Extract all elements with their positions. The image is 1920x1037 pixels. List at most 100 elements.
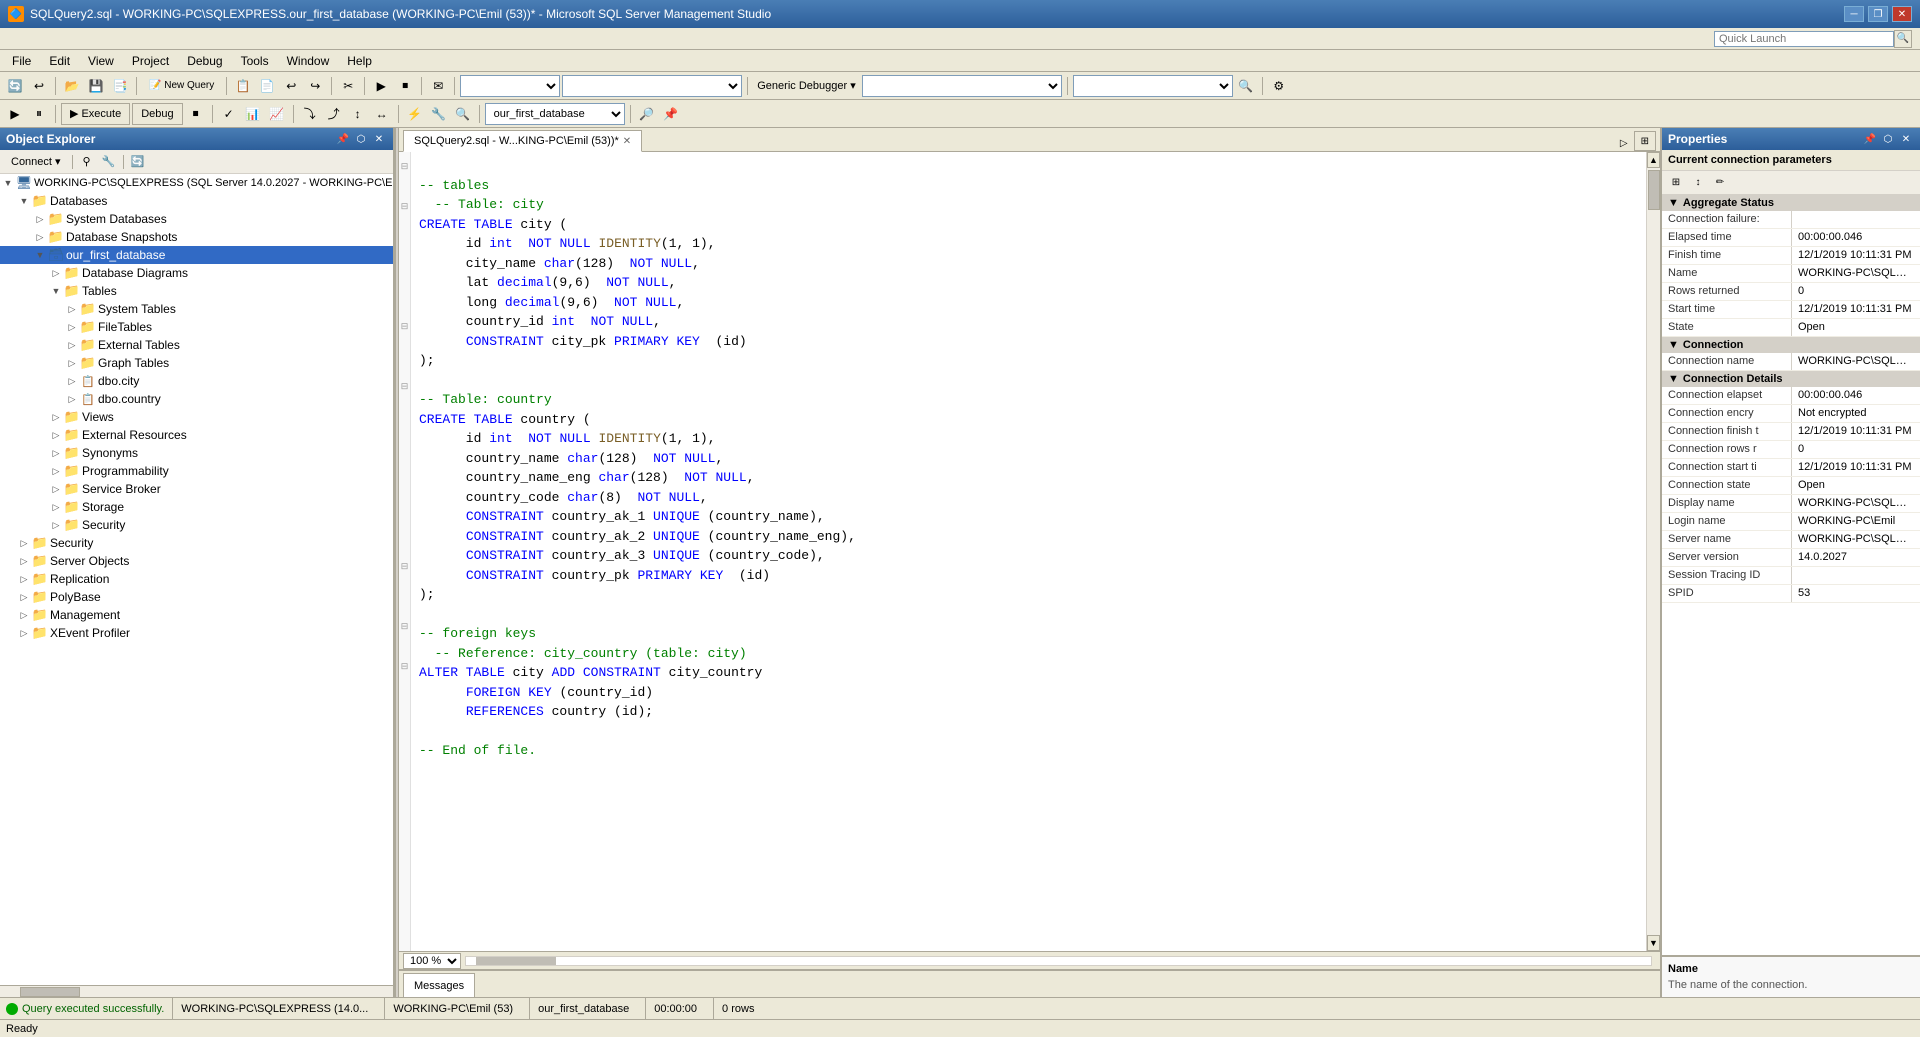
quick-launch-input[interactable] [1714,31,1894,47]
tree-item-graph-tables[interactable]: ▷ 📁 Graph Tables [0,354,393,372]
menu-debug[interactable]: Debug [179,52,230,70]
toggle-management[interactable]: ▷ [16,607,32,623]
tree-item-file-tables[interactable]: ▷ 📁 FileTables [0,318,393,336]
tree-item-views[interactable]: ▷ 📁 Views [0,408,393,426]
tree-item-management[interactable]: ▷ 📁 Management [0,606,393,624]
toolbar-cut-btn[interactable]: ✂ [337,75,359,97]
toggle-security-inner[interactable]: ▷ [48,517,64,533]
toolbar-copy-btn[interactable]: 📋 [232,75,254,97]
sql-step2-btn[interactable]: ⤴ [323,103,345,125]
oe-connect-btn[interactable]: Connect ▾ [4,153,68,171]
oe-pin-btn[interactable]: 📌 [335,132,351,146]
zoom-dropdown[interactable]: 100 % 75 % 150 % [403,953,461,969]
close-btn[interactable]: ✕ [1892,6,1912,22]
toggle-synonyms[interactable]: ▷ [48,445,64,461]
oe-hscrollbar[interactable] [0,985,393,997]
execute-button[interactable]: ▶ Execute [61,103,130,125]
toolbar-search-btn[interactable]: 🔍 [1235,75,1257,97]
toolbar-email-btn[interactable]: ✉ [427,75,449,97]
oe-close-btn[interactable]: ✕ [371,132,387,146]
editor-tab-active[interactable]: SQLQuery2.sql - W...KING-PC\Emil (53))* … [403,130,642,152]
toolbar-save-btn[interactable]: 💾 [85,75,107,97]
toolbar-new-btn[interactable]: 🔄 [4,75,26,97]
menu-window[interactable]: Window [279,52,338,70]
minimize-btn[interactable]: ─ [1844,6,1864,22]
props-section-aggregate[interactable]: ▼ Aggregate Status [1662,195,1920,211]
sql-exec-plan-btn[interactable]: 📈 [266,103,288,125]
toolbar-dropdown1[interactable] [460,75,560,97]
toolbar-back-btn[interactable]: ↩ [28,75,50,97]
tree-item-db-snapshots[interactable]: ▷ 📁 Database Snapshots [0,228,393,246]
tab-close-btn[interactable]: ✕ [623,136,631,147]
toolbar-undo-btn[interactable]: ↩ [280,75,302,97]
sql-toggle-btn[interactable]: ↕ [347,103,369,125]
sql-toggle2-btn[interactable]: ↔ [371,103,393,125]
tree-item-synonyms[interactable]: ▷ 📁 Synonyms [0,444,393,462]
toggle-server-objects[interactable]: ▷ [16,553,32,569]
vscroll-up[interactable]: ▲ [1647,152,1660,168]
toggle-graph-tables[interactable]: ▷ [64,355,80,371]
toggle-external-tables[interactable]: ▷ [64,337,80,353]
restore-btn[interactable]: ❐ [1868,6,1888,22]
props-float-btn[interactable]: ⬡ [1880,132,1896,146]
sql-more-btn2[interactable]: 📌 [660,103,682,125]
toggle-security-top[interactable]: ▷ [16,535,32,551]
tree-item-security-top[interactable]: ▷ 📁 Security [0,534,393,552]
tree-item-server[interactable]: ▼ 🖥 WORKING-PC\SQLEXPRESS (SQL Server 14… [0,174,393,192]
vscroll-down[interactable]: ▼ [1647,935,1660,951]
sql-stop-btn[interactable]: ⏹ [185,103,207,125]
sql-results-btn[interactable]: 📊 [242,103,264,125]
toggle-system-db[interactable]: ▷ [32,211,48,227]
toolbar-redo-btn[interactable]: ↪ [304,75,326,97]
tree-item-external-tables[interactable]: ▷ 📁 External Tables [0,336,393,354]
props-edit-btn[interactable]: ✏ [1710,174,1730,192]
menu-tools[interactable]: Tools [233,52,277,70]
toggle-xevent[interactable]: ▷ [16,625,32,641]
sql-dbg-btn3[interactable]: 🔍 [452,103,474,125]
database-dropdown[interactable]: our_first_database [485,103,625,125]
tree-item-replication[interactable]: ▷ 📁 Replication [0,570,393,588]
props-section-conn-details[interactable]: ▼ Connection Details [1662,371,1920,387]
toolbar-search-dropdown[interactable] [1073,75,1233,97]
toolbar-paste-btn[interactable]: 📄 [256,75,278,97]
tree-item-system-tables[interactable]: ▷ 📁 System Tables [0,300,393,318]
sql-toolbar-btn1[interactable]: ▶ [4,103,26,125]
tree-item-storage[interactable]: ▷ 📁 Storage [0,498,393,516]
tab-expand-btn[interactable]: ▷ [1614,136,1634,151]
menu-view[interactable]: View [80,52,122,70]
tree-item-service-broker[interactable]: ▷ 📁 Service Broker [0,480,393,498]
toggle-external-resources[interactable]: ▷ [48,427,64,443]
messages-tab[interactable]: Messages [403,973,475,997]
menu-project[interactable]: Project [124,52,177,70]
tree-item-dbo-city[interactable]: ▷ 📋 dbo.city [0,372,393,390]
tree-item-db-diagrams[interactable]: ▷ 📁 Database Diagrams [0,264,393,282]
toggle-views[interactable]: ▷ [48,409,64,425]
menu-edit[interactable]: Edit [41,52,78,70]
sql-dbg-btn2[interactable]: 🔧 [428,103,450,125]
editor-vscrollbar[interactable]: ▲ ▼ [1646,152,1660,951]
toolbar-save-all-btn[interactable]: 📑 [109,75,131,97]
toggle-dbo-city[interactable]: ▷ [64,373,80,389]
tree-item-dbo-country[interactable]: ▷ 📋 dbo.country [0,390,393,408]
props-categorize-btn[interactable]: ⊞ [1666,174,1686,192]
toggle-our-db[interactable]: ▼ [32,247,48,263]
sql-parse-btn[interactable]: ✓ [218,103,240,125]
oe-filter-btn[interactable]: ⚲ [77,153,97,171]
sql-dbg-btn1[interactable]: ⚡ [404,103,426,125]
toolbar-open-btn[interactable]: 📂 [61,75,83,97]
toggle-service-broker[interactable]: ▷ [48,481,64,497]
tree-item-polybase[interactable]: ▷ 📁 PolyBase [0,588,393,606]
toggle-system-tables[interactable]: ▷ [64,301,80,317]
toggle-db-snapshots[interactable]: ▷ [32,229,48,245]
menu-help[interactable]: Help [339,52,380,70]
sql-toolbar-btn2[interactable]: ⏸ [28,103,50,125]
props-section-connection[interactable]: ▼ Connection [1662,337,1920,353]
tree-item-xevent[interactable]: ▷ 📁 XEvent Profiler [0,624,393,642]
tree-item-external-resources[interactable]: ▷ 📁 External Resources [0,426,393,444]
tree-item-databases[interactable]: ▼ 📁 Databases [0,192,393,210]
sql-step-btn[interactable]: ⤵ [299,103,321,125]
hscroll-track[interactable] [465,956,1652,966]
tree-item-security-inner[interactable]: ▷ 📁 Security [0,516,393,534]
toggle-file-tables[interactable]: ▷ [64,319,80,335]
toolbar-new-query-btn[interactable]: 📝 New Query [142,75,221,97]
